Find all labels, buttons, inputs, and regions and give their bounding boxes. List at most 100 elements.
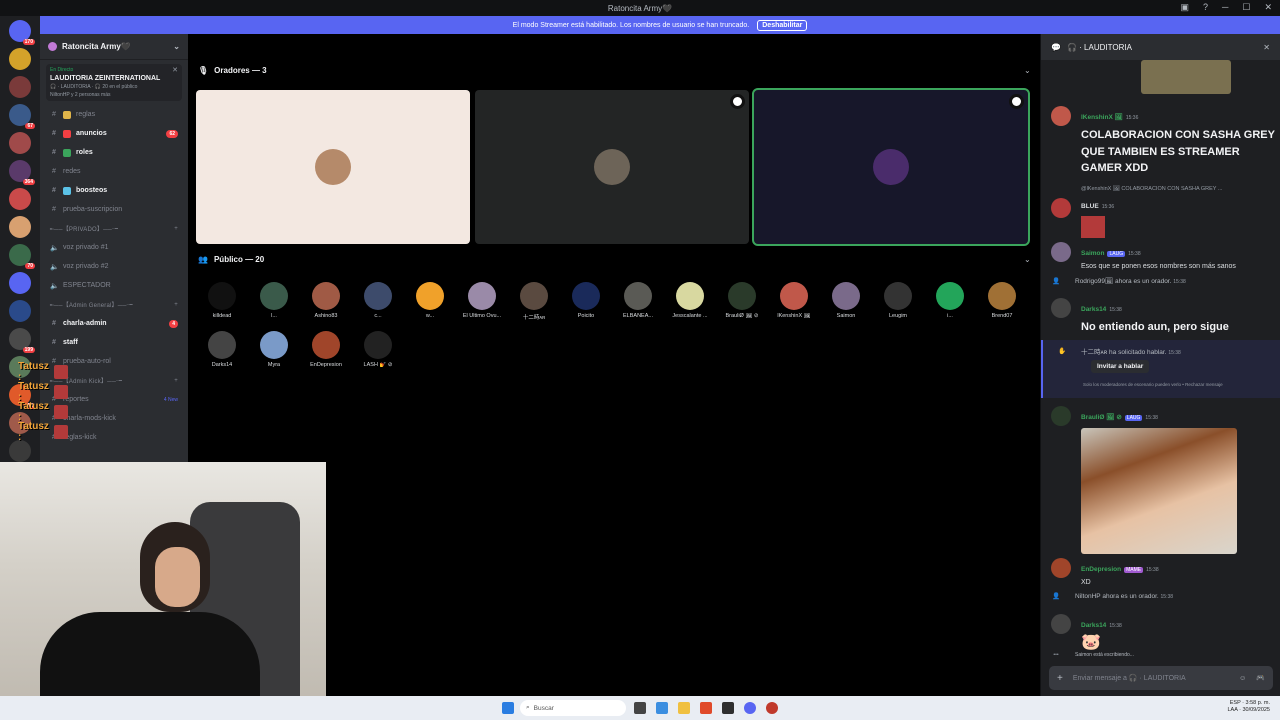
add-attachment-icon[interactable]: + [1057,673,1063,684]
speaker-tile[interactable] [752,88,1030,246]
audience-member[interactable]: w... [405,282,455,319]
avatar [676,282,704,310]
audience-member[interactable]: l... [249,282,299,319]
live-stage-card[interactable]: En Directo LAUDITORIA ZEINTERNATIONAL 🎧 … [46,64,182,101]
message-time: 15:38 [1168,350,1181,356]
audience-member[interactable]: Myra [249,331,299,368]
channel-item[interactable]: 🔈 ESPECTADOR [40,276,188,295]
audience-member[interactable]: BrauliØ 🖼 ⊘ [717,282,767,319]
close-icon[interactable]: ✕ [1263,43,1270,52]
server-icon[interactable] [9,188,31,210]
gamepad-icon[interactable]: 🎮 [1256,674,1265,682]
server-icon[interactable] [9,48,31,70]
sticker-image[interactable] [1081,216,1105,238]
add-channel-icon[interactable]: + [174,302,178,308]
add-channel-icon[interactable]: + [174,226,178,232]
audience-member[interactable]: ELBANEA... [613,282,663,319]
channel-category[interactable]: ╾──【PRIVADO】──╼ + [40,219,188,238]
message-author[interactable]: EnDepresion [1081,566,1121,573]
minimize-button[interactable]: ─ [1222,2,1228,13]
audience-member[interactable]: 十二時ᴀʀ [509,282,559,321]
channel-item[interactable]: # charla-admin 4 [40,314,188,333]
gif-image[interactable] [1081,428,1237,554]
app-icon[interactable] [656,702,668,714]
server-icon[interactable] [9,272,31,294]
close-icon[interactable]: ✕ [172,66,178,74]
audience-member[interactable]: Jesscalante ... [665,282,715,319]
channel-item[interactable]: # anuncios 62 [40,124,188,143]
maximize-button[interactable]: ☐ [1242,2,1250,13]
add-channel-icon[interactable]: + [174,378,178,384]
channel-item[interactable]: # staff [40,333,188,352]
audience-member[interactable]: Darks14 [197,331,247,368]
help-icon[interactable]: ? [1203,2,1208,13]
channel-item[interactable]: 🔈 voz privado #1 [40,238,188,257]
taskbar-search[interactable]: ⌕ Buscar [520,700,626,716]
chevron-down-icon[interactable]: ⌄ [1024,66,1031,75]
server-icon[interactable] [9,300,31,322]
disable-streamer-button[interactable]: Deshabilitar [757,19,808,31]
channel-item[interactable]: # roles [40,143,188,162]
typing-indicator: ••• Saimon está escribiendo... [1051,652,1275,658]
message-author[interactable]: BLUE [1081,203,1099,210]
avatar[interactable] [1051,614,1071,634]
avatar[interactable] [1051,198,1071,218]
task-view-icon[interactable] [634,702,646,714]
audience-member[interactable]: i... [925,282,975,319]
audience-member[interactable]: Saimon [821,282,871,319]
audience-member[interactable]: killdead [197,282,247,319]
windows-start-icon[interactable] [502,702,514,714]
channel-category[interactable]: ╾──【Admin General】──╼ + [40,295,188,314]
avatar[interactable] [1051,558,1071,578]
channel-item[interactable]: # redes [40,162,188,181]
server-icon[interactable]: 170 [9,20,35,45]
channel-item[interactable]: # reglas [40,105,188,124]
inbox-icon[interactable]: ▣ [1180,2,1189,13]
reply-preview[interactable]: @lKenshinX 🖼 COLABORACION CON SASHA GREY… [1081,186,1275,192]
audience-member[interactable]: Ashino83 [301,282,351,319]
speaker-tile[interactable] [475,90,749,244]
audience-member[interactable]: lKenshinX 🖼 [769,282,819,319]
server-icon[interactable] [9,132,31,154]
message-author[interactable]: lKenshinX 🖼 [1081,114,1123,121]
message-author[interactable]: Saimon [1081,250,1104,257]
channel-item[interactable]: # boosteos [40,181,188,200]
audience-member[interactable]: c... [353,282,403,319]
channel-item[interactable]: 🔈 voz privado #2 [40,257,188,276]
system-tray[interactable]: ESP · 3:58 p. m. LAA · 30/09/2025 [1227,700,1270,714]
channel-item[interactable]: # prueba-suscripcion [40,200,188,219]
message-author[interactable]: Darks14 [1081,622,1106,629]
audience-member[interactable]: LASH 💅 ⊘ [353,331,403,368]
server-icon[interactable] [9,76,31,98]
server-icon[interactable] [9,216,31,238]
server-icon[interactable]: 199 [9,328,35,353]
server-icon[interactable]: 364 [9,160,35,185]
image-attachment[interactable] [1141,60,1231,94]
server-icon[interactable]: 70 [9,244,35,269]
app-icon[interactable] [766,702,778,714]
emoji-icon[interactable]: ☺ [1239,675,1246,682]
audience-member[interactable]: El Ultimo Ovu... [457,282,507,319]
folder-icon[interactable] [678,702,690,714]
server-icon[interactable]: 67 [9,104,35,129]
audience-member[interactable]: Poicito [561,282,611,319]
brave-icon[interactable] [700,702,712,714]
server-icon[interactable] [9,440,31,462]
avatar[interactable] [1051,406,1071,426]
message-author[interactable]: Darks14 [1081,306,1106,313]
server-header[interactable]: Ratoncita Army🖤 ⌄ [40,34,188,60]
message-input[interactable]: + Enviar mensaje a 🎧 · LAUDITORIA ☺ 🎮 [1049,666,1273,690]
audience-member[interactable]: Brend07 [977,282,1027,319]
invite-to-speak-button[interactable]: Invitar a hablar [1091,360,1150,373]
speaker-tile[interactable] [196,90,470,244]
audience-member[interactable]: EnDepresion [301,331,351,368]
close-button[interactable]: ✕ [1264,2,1272,13]
chevron-down-icon[interactable]: ⌄ [1024,255,1031,264]
audience-member[interactable]: Leugim [873,282,923,319]
discord-icon[interactable] [744,702,756,714]
app-x-icon[interactable] [722,702,734,714]
message-author[interactable]: BrauliØ 🖼 ⊘ [1081,414,1122,421]
avatar[interactable] [1051,298,1071,318]
avatar[interactable] [1051,242,1071,262]
avatar[interactable] [1051,106,1071,126]
